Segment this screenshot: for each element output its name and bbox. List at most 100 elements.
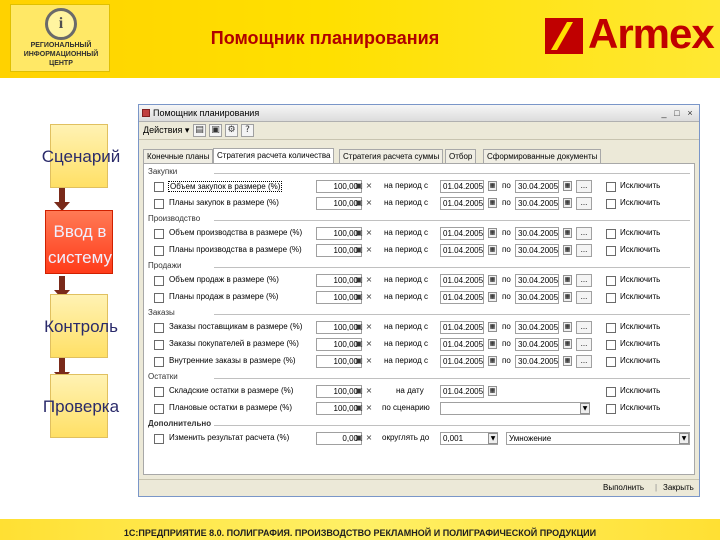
clear-icon[interactable]: × [364, 228, 374, 239]
scenario-select[interactable] [440, 402, 590, 415]
date-from-input[interactable]: 01.04.2005 [440, 197, 484, 210]
calendar-icon[interactable]: ▦ [488, 245, 497, 255]
clear-icon[interactable]: × [364, 181, 374, 192]
dropdown-icon[interactable]: ▼ [679, 433, 689, 444]
calendar-icon[interactable]: ▦ [488, 292, 497, 302]
select-period-button[interactable]: ... [576, 180, 592, 193]
include-checkbox[interactable] [154, 357, 164, 367]
tab-final-plans[interactable]: Конечные планы [143, 149, 214, 163]
exclude-checkbox[interactable] [606, 229, 616, 239]
include-checkbox[interactable] [154, 387, 164, 397]
select-period-button[interactable]: ... [576, 338, 592, 351]
dropdown-icon[interactable]: ▼ [488, 433, 498, 444]
clear-icon[interactable]: × [364, 433, 374, 444]
run-button[interactable]: Выполнить [603, 483, 644, 492]
clear-icon[interactable]: × [364, 275, 374, 286]
calendar-icon[interactable]: ▦ [563, 322, 572, 332]
select-period-button[interactable]: ... [576, 291, 592, 304]
date-from-input[interactable]: 01.04.2005 [440, 385, 484, 398]
tab-generated-docs[interactable]: Сформированные документы [483, 149, 602, 163]
date-from-input[interactable]: 01.04.2005 [440, 180, 484, 193]
date-to-input[interactable]: 30.04.2005 [515, 197, 559, 210]
clear-icon[interactable]: × [364, 322, 374, 333]
calc-icon[interactable]: ▣ [354, 198, 364, 209]
maximize-icon[interactable]: □ [672, 108, 682, 118]
calendar-icon[interactable]: ▦ [488, 198, 497, 208]
include-checkbox[interactable] [154, 182, 164, 192]
select-period-button[interactable]: ... [576, 244, 592, 257]
select-period-button[interactable]: ... [576, 227, 592, 240]
clear-icon[interactable]: × [364, 403, 374, 414]
calc-icon[interactable]: ▣ [354, 275, 364, 286]
calc-icon[interactable]: ▣ [354, 322, 364, 333]
actions-menu[interactable]: Действия ▾ [143, 125, 189, 136]
open-icon[interactable]: ▤ [193, 124, 206, 137]
close-icon[interactable]: × [685, 108, 695, 118]
select-period-button[interactable]: ... [576, 274, 592, 287]
calc-icon[interactable]: ▣ [354, 245, 364, 256]
include-checkbox[interactable] [154, 293, 164, 303]
close-button[interactable]: Закрыть [663, 483, 694, 492]
save-icon[interactable]: ▣ [209, 124, 222, 137]
include-checkbox[interactable] [154, 404, 164, 414]
calendar-icon[interactable]: ▦ [488, 181, 497, 191]
tab-filter[interactable]: Отбор [445, 149, 477, 163]
clear-icon[interactable]: × [364, 386, 374, 397]
exclude-checkbox[interactable] [606, 293, 616, 303]
calendar-icon[interactable]: ▦ [563, 198, 572, 208]
mode-select[interactable]: Умножение [506, 432, 690, 445]
clear-icon[interactable]: × [364, 198, 374, 209]
calendar-icon[interactable]: ▦ [563, 228, 572, 238]
calendar-icon[interactable]: ▦ [488, 356, 497, 366]
calendar-icon[interactable]: ▦ [488, 386, 497, 396]
date-from-input[interactable]: 01.04.2005 [440, 274, 484, 287]
calendar-icon[interactable]: ▦ [488, 275, 497, 285]
exclude-checkbox[interactable] [606, 276, 616, 286]
dropdown-icon[interactable]: ▼ [580, 403, 590, 414]
calendar-icon[interactable]: ▦ [563, 181, 572, 191]
select-period-button[interactable]: ... [576, 355, 592, 368]
exclude-checkbox[interactable] [606, 199, 616, 209]
exclude-checkbox[interactable] [606, 246, 616, 256]
date-from-input[interactable]: 01.04.2005 [440, 291, 484, 304]
calendar-icon[interactable]: ▦ [563, 339, 572, 349]
tab-sum-strategy[interactable]: Стратегия расчета суммы [339, 149, 444, 163]
include-checkbox[interactable] [154, 340, 164, 350]
calc-icon[interactable]: ▣ [354, 292, 364, 303]
calendar-icon[interactable]: ▦ [488, 228, 497, 238]
date-to-input[interactable]: 30.04.2005 [515, 338, 559, 351]
exclude-checkbox[interactable] [606, 404, 616, 414]
calc-icon[interactable]: ▣ [354, 228, 364, 239]
calendar-icon[interactable]: ▦ [563, 292, 572, 302]
date-to-input[interactable]: 30.04.2005 [515, 180, 559, 193]
date-from-input[interactable]: 01.04.2005 [440, 227, 484, 240]
tab-quantity-strategy[interactable]: Стратегия расчета количества [213, 148, 335, 163]
calc-icon[interactable]: ▣ [354, 386, 364, 397]
include-checkbox[interactable] [154, 199, 164, 209]
date-to-input[interactable]: 30.04.2005 [515, 321, 559, 334]
calc-icon[interactable]: ▣ [354, 356, 364, 367]
select-period-button[interactable]: ... [576, 197, 592, 210]
calendar-icon[interactable]: ▦ [563, 245, 572, 255]
exclude-checkbox[interactable] [606, 387, 616, 397]
calendar-icon[interactable]: ▦ [488, 322, 497, 332]
date-to-input[interactable]: 30.04.2005 [515, 244, 559, 257]
clear-icon[interactable]: × [364, 292, 374, 303]
date-to-input[interactable]: 30.04.2005 [515, 291, 559, 304]
date-to-input[interactable]: 30.04.2005 [515, 227, 559, 240]
date-to-input[interactable]: 30.04.2005 [515, 274, 559, 287]
date-to-input[interactable]: 30.04.2005 [515, 355, 559, 368]
date-from-input[interactable]: 01.04.2005 [440, 338, 484, 351]
adjust-checkbox[interactable] [154, 434, 164, 444]
calc-icon[interactable]: ▣ [354, 181, 364, 192]
exclude-checkbox[interactable] [606, 323, 616, 333]
include-checkbox[interactable] [154, 229, 164, 239]
exclude-checkbox[interactable] [606, 357, 616, 367]
date-from-input[interactable]: 01.04.2005 [440, 244, 484, 257]
include-checkbox[interactable] [154, 246, 164, 256]
settings-icon[interactable]: ⚙ [225, 124, 238, 137]
exclude-checkbox[interactable] [606, 182, 616, 192]
calc-icon[interactable]: ▣ [354, 433, 364, 444]
calendar-icon[interactable]: ▦ [488, 339, 497, 349]
date-from-input[interactable]: 01.04.2005 [440, 321, 484, 334]
